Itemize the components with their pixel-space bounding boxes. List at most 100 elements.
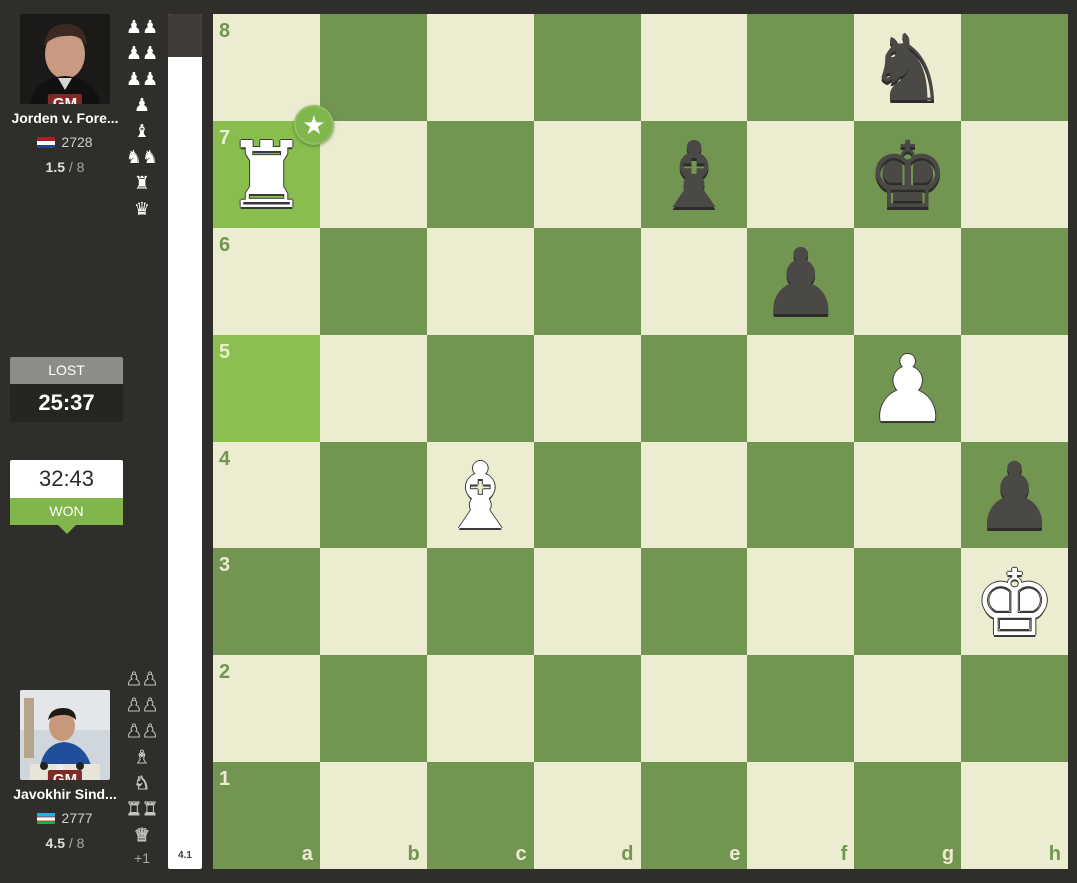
square-c1[interactable]: c xyxy=(426,762,534,869)
square-h8[interactable] xyxy=(961,14,1068,121)
black-knight-g8[interactable]: ♞ xyxy=(854,14,961,121)
square-a4[interactable]: 4 xyxy=(213,441,320,549)
top-player-avatar[interactable]: GM xyxy=(20,14,110,104)
square-f5[interactable] xyxy=(747,334,855,442)
square-e3[interactable] xyxy=(640,548,748,656)
square-d7[interactable] xyxy=(533,120,641,228)
square-c2[interactable] xyxy=(426,655,534,763)
file-label-h: h xyxy=(1048,843,1061,865)
square-g4[interactable] xyxy=(854,441,962,549)
square-b8[interactable] xyxy=(319,14,427,121)
black-bishop-e7[interactable]: ♝ xyxy=(641,121,748,228)
bottom-player-captured-pieces: ♟♟ ♟♟ ♟♟ ♝ ♞ ♜♜ ♛ +1 xyxy=(125,666,158,867)
file-label-g: g xyxy=(941,843,955,865)
top-player-clock: LOST 25:37 xyxy=(10,357,123,422)
square-d2[interactable] xyxy=(533,655,641,763)
square-e2[interactable] xyxy=(640,655,748,763)
square-f8[interactable] xyxy=(747,14,855,121)
square-c3[interactable] xyxy=(426,548,534,656)
square-b4[interactable] xyxy=(319,441,427,549)
square-b5[interactable] xyxy=(319,334,427,442)
captured-knights-icon: ♞♞ xyxy=(125,147,159,167)
square-f1[interactable]: f xyxy=(747,762,855,869)
white-pawn-g5[interactable]: ♟ xyxy=(854,335,961,442)
square-e8[interactable] xyxy=(640,14,748,121)
square-g6[interactable] xyxy=(854,227,962,335)
black-king-g7[interactable]: ♚ xyxy=(854,121,961,228)
rank-label-2: 2 xyxy=(219,661,231,684)
bottom-player-score-total: / 8 xyxy=(68,835,85,851)
square-d8[interactable] xyxy=(533,14,641,121)
captured-queen-icon: ♛ xyxy=(133,199,151,219)
square-d1[interactable]: d xyxy=(533,762,641,869)
square-g3[interactable] xyxy=(854,548,962,656)
square-b6[interactable] xyxy=(319,227,427,335)
rank-label-3: 3 xyxy=(219,554,231,577)
square-d4[interactable] xyxy=(533,441,641,549)
square-d3[interactable] xyxy=(533,548,641,656)
top-player-title-badge: GM xyxy=(47,94,83,104)
square-g2[interactable] xyxy=(854,655,962,763)
top-player-name[interactable]: Jorden v. Fore... xyxy=(0,110,130,126)
square-b7[interactable] xyxy=(319,120,427,228)
square-d6[interactable] xyxy=(533,227,641,335)
rank-label-1: 1 xyxy=(219,768,231,791)
square-e5[interactable] xyxy=(640,334,748,442)
square-g1[interactable]: g xyxy=(854,762,962,869)
square-d5[interactable] xyxy=(533,334,641,442)
bottom-player-card: GM Javokhir Sind... 2777 4.5 / 8 xyxy=(0,690,130,851)
bottom-player-points: 4.5 xyxy=(45,835,65,851)
file-label-a: a xyxy=(301,843,313,865)
square-c5[interactable] xyxy=(426,334,534,442)
chess-board[interactable]: 8 7 6 5 4 3 2 1 a b c d e f g h ♞ ♜ ♝ ♚ ♟ ♟ ♝ ♟ ♚ ★ xyxy=(213,14,1068,869)
square-a6[interactable]: 6 xyxy=(213,227,320,335)
bottom-result-status: WON xyxy=(10,498,123,525)
captured-pawns-icon: ♟♟ xyxy=(125,69,159,89)
square-h1[interactable]: h xyxy=(961,762,1068,869)
black-pawn-f6[interactable]: ♟ xyxy=(747,228,854,335)
square-c7[interactable] xyxy=(426,120,534,228)
square-a1[interactable]: 1a xyxy=(213,762,320,869)
square-e6[interactable] xyxy=(640,227,748,335)
bottom-player-name[interactable]: Javokhir Sind... xyxy=(0,786,130,802)
captured-pawns-icon: ♟♟ xyxy=(125,695,159,716)
file-label-f: f xyxy=(840,843,848,865)
top-result-status: LOST xyxy=(10,357,123,384)
square-h2[interactable] xyxy=(961,655,1068,763)
top-player-card: GM Jorden v. Fore... 2728 1.5 / 8 xyxy=(0,14,130,175)
rank-label-6: 6 xyxy=(219,233,231,256)
white-bishop-c4[interactable]: ♝ xyxy=(427,442,534,549)
square-b1[interactable]: b xyxy=(319,762,427,869)
top-player-score-total: / 8 xyxy=(68,159,85,175)
square-a3[interactable]: 3 xyxy=(213,548,320,656)
square-c6[interactable] xyxy=(426,227,534,335)
evaluation-score: 4.1 xyxy=(178,850,192,861)
square-b2[interactable] xyxy=(319,655,427,763)
square-c8[interactable] xyxy=(426,14,534,121)
square-a8[interactable]: 8 xyxy=(213,14,320,121)
captured-bishop-icon: ♝ xyxy=(133,747,151,768)
square-e4[interactable] xyxy=(640,441,748,549)
uzbekistan-flag-icon xyxy=(37,812,56,824)
square-b3[interactable] xyxy=(319,548,427,656)
bottom-player-score: 4.5 / 8 xyxy=(0,835,130,851)
rank-label-8: 8 xyxy=(219,20,231,42)
captured-pawns-icon: ♟♟ xyxy=(125,721,159,742)
top-player-score: 1.5 / 8 xyxy=(0,159,130,175)
square-a2[interactable]: 2 xyxy=(213,655,320,763)
bottom-player-avatar[interactable]: GM xyxy=(20,690,110,780)
square-e1[interactable]: e xyxy=(640,762,748,869)
square-h5[interactable] xyxy=(961,334,1068,442)
netherlands-flag-icon xyxy=(37,136,56,148)
square-h6[interactable] xyxy=(961,227,1068,335)
square-f2[interactable] xyxy=(747,655,855,763)
black-pawn-h4[interactable]: ♟ xyxy=(961,442,1068,549)
evaluation-bar[interactable]: 4.1 xyxy=(168,14,202,869)
white-king-h3[interactable]: ♚ xyxy=(961,548,1068,655)
square-a5[interactable]: 5 xyxy=(213,334,320,442)
square-f7[interactable] xyxy=(747,120,855,228)
top-player-captured-pieces: ♟♟ ♟♟ ♟♟ ♟ ♝ ♞♞ ♜ ♛ xyxy=(126,14,158,222)
square-f4[interactable] xyxy=(747,441,855,549)
square-h7[interactable] xyxy=(961,120,1068,228)
square-f3[interactable] xyxy=(747,548,855,656)
